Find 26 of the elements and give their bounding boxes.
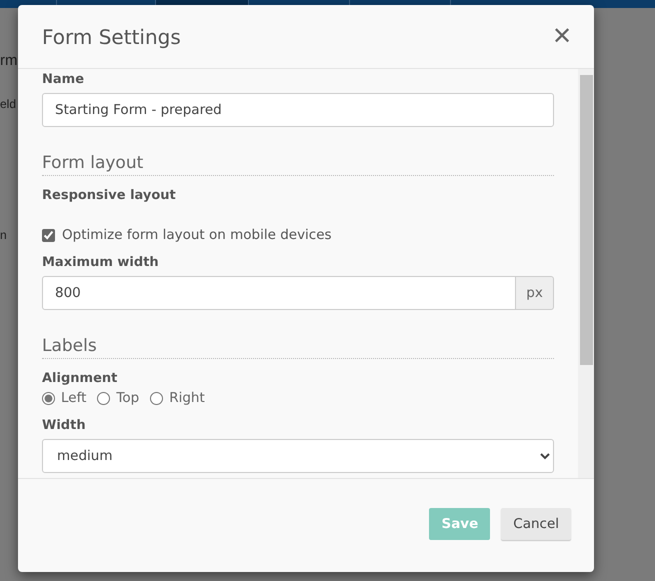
width-select[interactable]: medium	[42, 439, 554, 473]
field-label: Width	[42, 418, 87, 433]
unit-addon: px	[516, 276, 554, 310]
page-heading: rm	[0, 52, 18, 69]
scrollbar[interactable]	[578, 69, 594, 478]
dialog-title: Form Settings	[42, 24, 181, 48]
width-field[interactable]: 800	[42, 276, 516, 310]
field-label: Name	[42, 72, 86, 87]
radio-button[interactable]	[42, 392, 55, 404]
radio-label: Top	[116, 390, 140, 406]
checkbox-label: Optimize form layout on mobile devices	[62, 227, 332, 243]
page-text: n	[0, 228, 7, 242]
cancel-button[interactable]: Cancel	[501, 508, 571, 540]
field-label: Responsive layout	[42, 188, 177, 203]
close-button[interactable]: ✕	[552, 22, 572, 51]
checkbox[interactable]	[42, 228, 55, 242]
radio-label: Right	[169, 390, 205, 406]
radio-button[interactable]	[150, 392, 164, 404]
page-subheading: eld	[0, 97, 16, 111]
radio-label: Left	[61, 390, 86, 406]
name-field[interactable]: Starting Form - prepared	[42, 93, 554, 127]
section-title: Form layout	[42, 153, 554, 176]
field-label: Maximum width	[42, 255, 160, 270]
section-title: Labels	[42, 336, 554, 359]
field-label: Alignment	[42, 371, 118, 386]
radio-button[interactable]	[97, 392, 110, 404]
